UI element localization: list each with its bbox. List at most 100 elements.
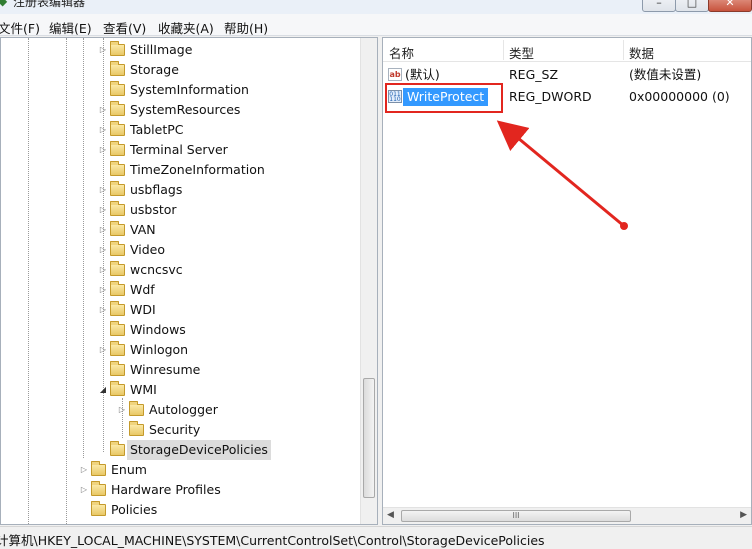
folder-icon: [129, 421, 144, 436]
registry-app-icon: ◆: [0, 0, 8, 8]
tree-item-label: Terminal Server: [130, 142, 228, 157]
registry-path: 计算机\HKEY_LOCAL_MACHINE\SYSTEM\CurrentCon…: [0, 533, 545, 548]
folder-icon: [110, 201, 125, 216]
tree-item-label: VAN: [130, 222, 156, 237]
folder-icon: [110, 441, 125, 456]
folder-icon: [110, 281, 125, 296]
folder-icon: [110, 341, 125, 356]
tree-item-label: Winlogon: [130, 342, 189, 357]
status-bar: 计算机\HKEY_LOCAL_MACHINE\SYSTEM\CurrentCon…: [0, 526, 752, 549]
tree-item-label: WDI: [130, 302, 156, 317]
expand-arrow-icon[interactable]: ▷: [98, 240, 108, 260]
expand-arrow-icon[interactable]: ▷: [79, 460, 89, 480]
maximize-button[interactable]: □: [675, 0, 709, 12]
column-header-name[interactable]: 名称: [389, 43, 414, 62]
folder-icon: [110, 181, 125, 196]
column-header-type[interactable]: 类型: [509, 43, 534, 62]
folder-icon: [110, 41, 125, 56]
expand-arrow-icon[interactable]: ▷: [98, 220, 108, 240]
folder-icon: [129, 401, 144, 416]
menu-file[interactable]: 文件(F): [0, 18, 40, 37]
tree-item-label: SystemInformation: [130, 82, 249, 97]
window-title: 注册表编辑器: [13, 0, 86, 9]
folder-icon: [110, 161, 125, 176]
folder-icon: [110, 261, 125, 276]
folder-icon: [110, 61, 125, 76]
expand-arrow-icon[interactable]: ▷: [117, 400, 127, 420]
scrollbar-thumb[interactable]: III: [401, 510, 631, 522]
folder-icon: [110, 361, 125, 376]
tree-item-label: Storage: [130, 62, 179, 77]
tree-guide-line: [28, 38, 29, 524]
minimize-button[interactable]: –: [642, 0, 676, 12]
column-separator[interactable]: [623, 40, 624, 60]
folder-icon: [110, 81, 125, 96]
close-button[interactable]: ✕: [708, 0, 752, 12]
values-list-pane[interactable]: 名称 类型 数据 ab (默认) REG_SZ (数值未设置) 011 110 …: [382, 37, 752, 525]
expand-arrow-icon[interactable]: ▷: [79, 480, 89, 500]
list-horizontal-scrollbar[interactable]: ◀ III ▶: [383, 507, 751, 524]
folder-icon: [110, 221, 125, 236]
tree-item-label: TabletPC: [130, 122, 184, 137]
tree-item-label: Enum: [111, 462, 147, 477]
list-header: 名称 类型 数据: [383, 38, 751, 62]
tree-item-label: TimeZoneInformation: [130, 162, 265, 177]
tree-item-label: usbflags: [130, 182, 183, 197]
folder-open-icon: [110, 381, 125, 396]
expand-arrow-icon[interactable]: ▷: [98, 340, 108, 360]
folder-icon: [91, 461, 106, 476]
expand-arrow-icon[interactable]: ▷: [98, 300, 108, 320]
tree-guide-line: [83, 38, 84, 458]
tree-item-label: StorageDevicePolicies: [127, 440, 271, 460]
folder-icon: [110, 241, 125, 256]
expand-arrow-icon[interactable]: ▷: [98, 140, 108, 160]
scroll-left-icon[interactable]: ◀: [387, 510, 394, 520]
menu-edit[interactable]: 编辑(E): [49, 18, 92, 37]
menu-help[interactable]: 帮助(H): [224, 18, 268, 37]
tree-vertical-scrollbar[interactable]: [360, 38, 377, 524]
expand-arrow-icon[interactable]: ▷: [98, 280, 108, 300]
tree-item-label: StillImage: [130, 42, 193, 57]
expand-arrow-icon[interactable]: ▷: [98, 120, 108, 140]
expand-arrow-icon[interactable]: ▷: [98, 200, 108, 220]
tree-item-label: Hardware Profiles: [111, 482, 221, 497]
value-data: (数值未设置): [629, 67, 702, 82]
menu-favorites[interactable]: 收藏夹(A): [158, 18, 214, 37]
tree-item-label: Wdf: [130, 282, 155, 297]
folder-icon: [91, 481, 106, 496]
folder-icon: [110, 301, 125, 316]
column-header-data[interactable]: 数据: [629, 43, 654, 62]
tree-item-label: Policies: [111, 502, 158, 517]
string-value-icon: ab: [388, 68, 402, 81]
expand-arrow-icon[interactable]: ▷: [98, 40, 108, 60]
folder-icon: [110, 101, 125, 116]
tree-guide-line: [66, 38, 67, 524]
tree-item-label: SystemResources: [130, 102, 241, 117]
folder-icon: [110, 141, 125, 156]
registry-tree-pane[interactable]: ▷ StillImage Storage SystemInformation ▷…: [0, 37, 378, 525]
expand-arrow-icon[interactable]: ▷: [98, 100, 108, 120]
value-type: REG_SZ: [509, 67, 559, 82]
annotation-highlight-box: [385, 83, 503, 113]
tree-item-label: Autologger: [149, 402, 218, 417]
scrollbar-thumb[interactable]: [363, 378, 375, 498]
folder-icon: [91, 501, 106, 516]
window-controls: – □ ✕: [642, 0, 752, 12]
folder-icon: [110, 121, 125, 136]
tree-item-label: WMI: [130, 382, 157, 397]
menu-view[interactable]: 查看(V): [103, 18, 146, 37]
tree-item-label: Windows: [130, 322, 186, 337]
title-bar: ◆ 注册表编辑器 – □ ✕: [0, 0, 752, 14]
expand-arrow-icon[interactable]: ▷: [98, 260, 108, 280]
tree-item-label: wcncsvc: [130, 262, 183, 277]
menu-bar: 文件(F) 编辑(E) 查看(V) 收藏夹(A) 帮助(H): [0, 14, 752, 36]
tree-item-label: Winresume: [130, 362, 201, 377]
expand-arrow-icon[interactable]: ▷: [98, 180, 108, 200]
tree-item-label: Security: [149, 422, 201, 437]
value-type: REG_DWORD: [509, 89, 592, 104]
tree-item-label: Video: [130, 242, 166, 257]
collapse-arrow-icon[interactable]: ◢: [98, 380, 108, 400]
tree-item-label: usbstor: [130, 202, 177, 217]
scroll-right-icon[interactable]: ▶: [740, 510, 747, 520]
column-separator[interactable]: [503, 40, 504, 60]
